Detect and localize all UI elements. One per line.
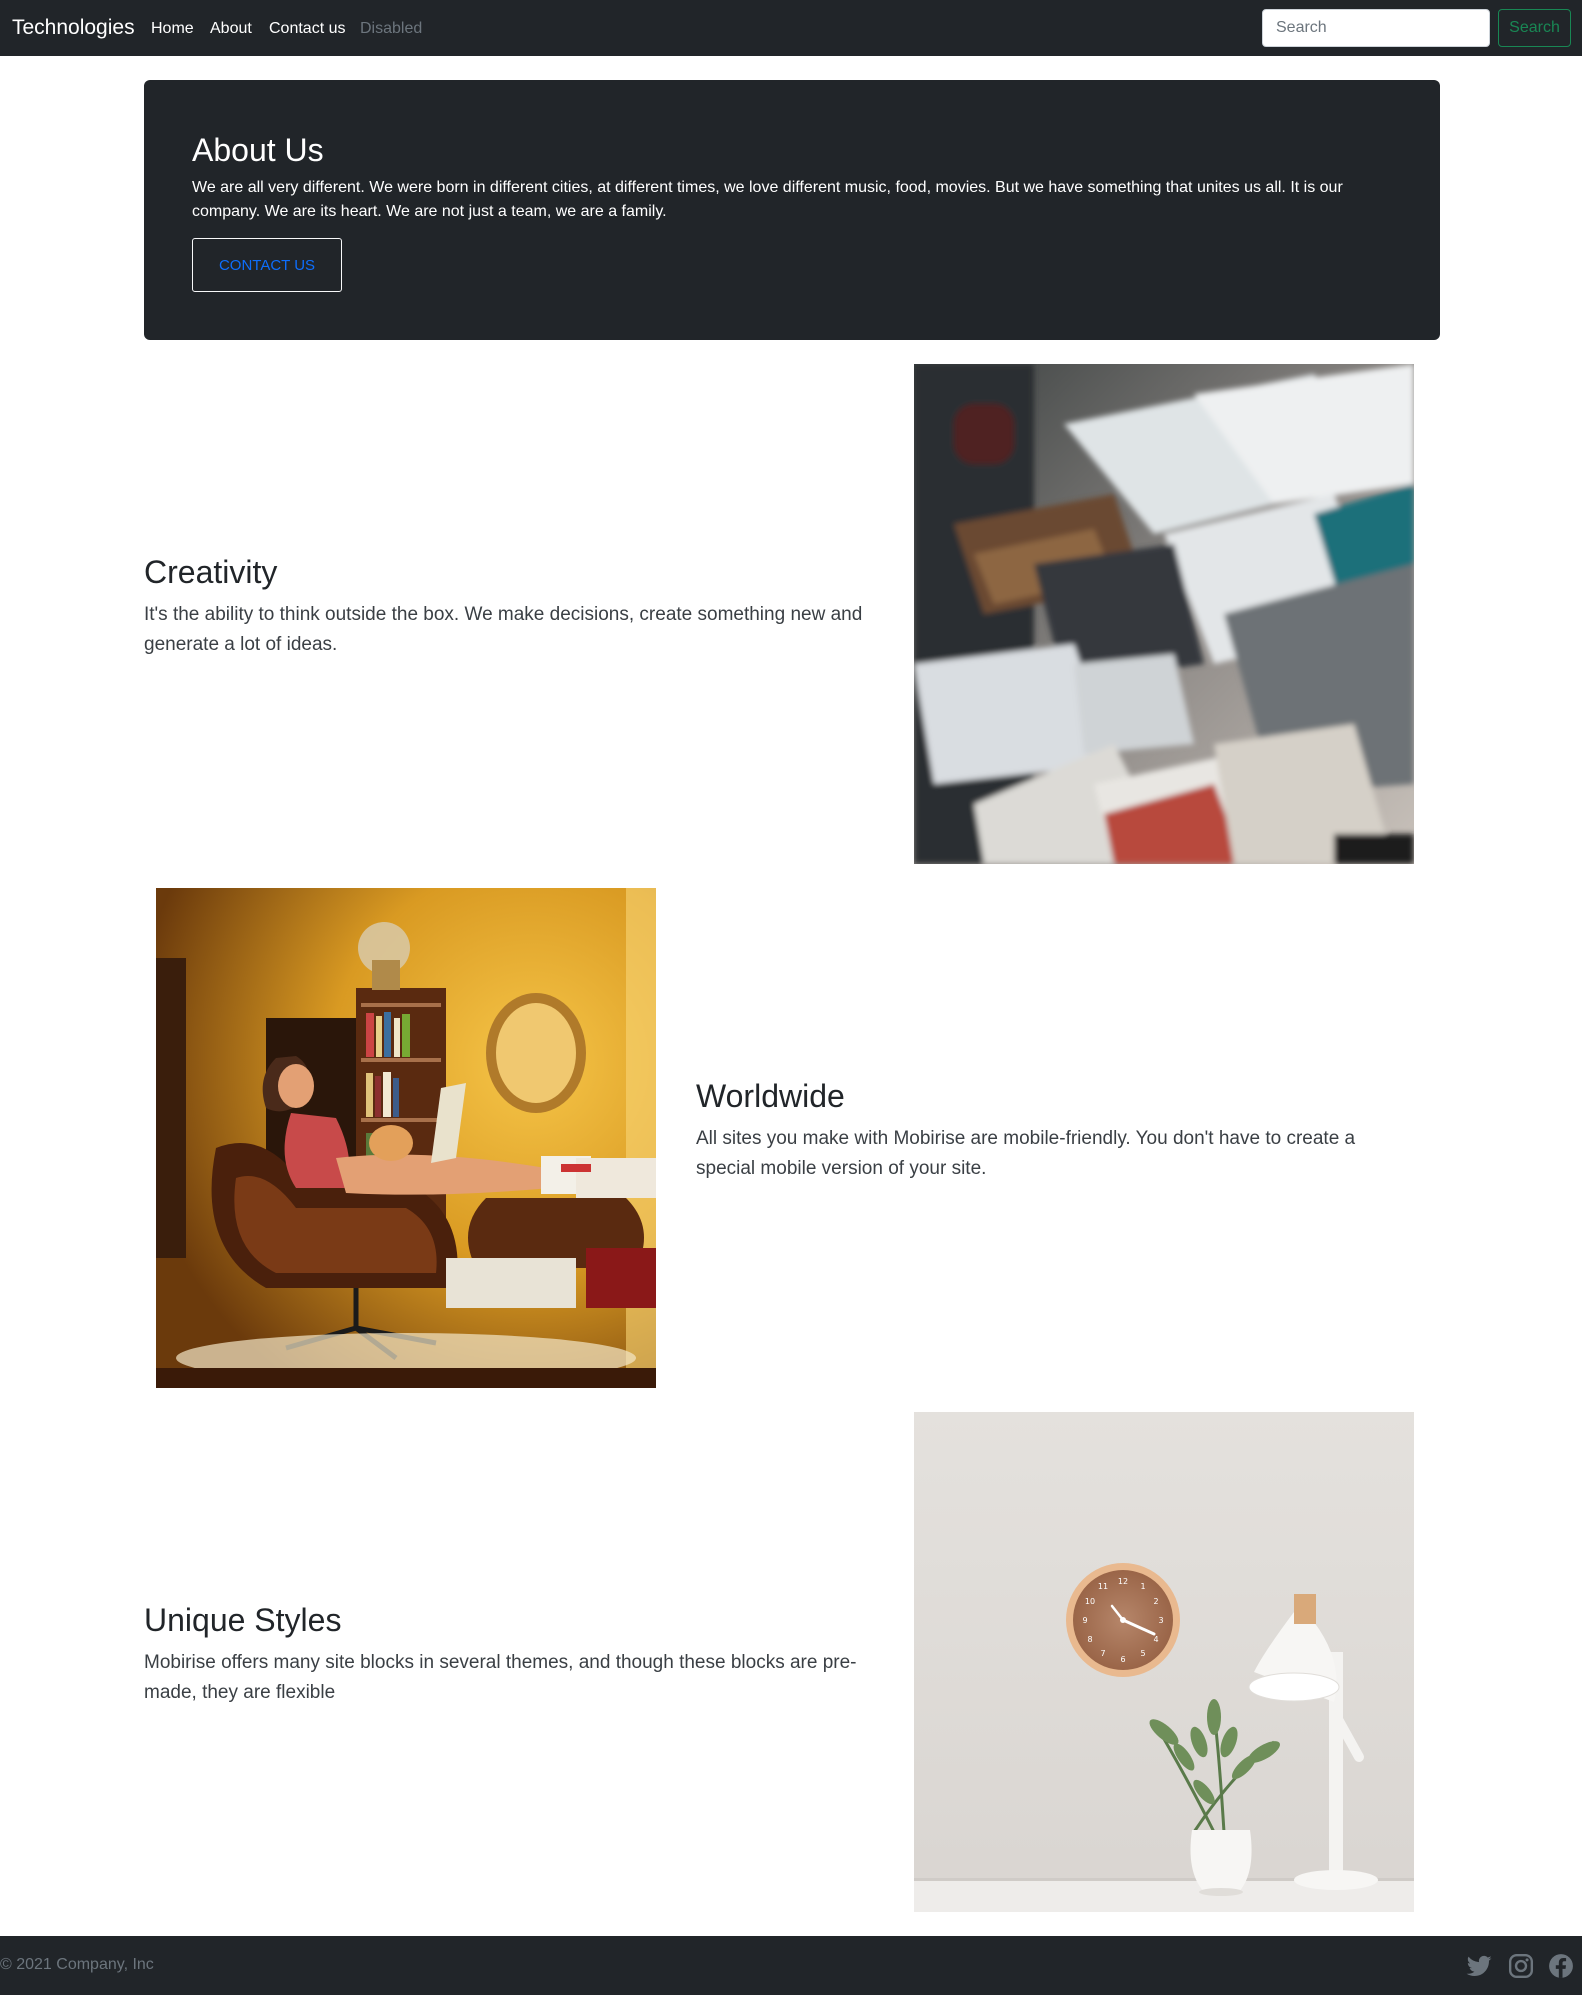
feature-title-worldwide: Worldwide	[696, 1078, 845, 1114]
clock-number: 6	[1120, 1655, 1125, 1664]
hero-title: About Us	[192, 132, 324, 168]
clock-number: 12	[1118, 1577, 1128, 1586]
clock-number: 4	[1153, 1635, 1158, 1644]
search-input[interactable]	[1262, 9, 1490, 47]
nav-link-home[interactable]: Home	[151, 20, 194, 38]
clock-number: 2	[1153, 1597, 1158, 1606]
clock-number: 1	[1140, 1582, 1145, 1591]
nav-link-about[interactable]: About	[210, 20, 252, 38]
unique-styles-image: 12 1 2 3 4 5 6 7 8 9 10 11	[914, 1412, 1414, 1912]
clock-number: 5	[1140, 1649, 1145, 1658]
clock-number: 7	[1100, 1649, 1105, 1658]
footer: © 2021 Company, Inc	[0, 1936, 1582, 1995]
feature-text-creativity: It's the ability to think outside the bo…	[144, 604, 863, 655]
contact-us-button[interactable]: CONTACT US	[192, 238, 342, 292]
search-button[interactable]: Search	[1498, 9, 1571, 47]
creativity-photo	[914, 364, 1414, 864]
about-hero: About Us We are all very different. We w…	[144, 80, 1440, 340]
clock-number: 10	[1085, 1597, 1095, 1606]
feature-text-worldwide: All sites you make with Mobirise are mob…	[696, 1128, 1356, 1179]
nav-link-contact[interactable]: Contact us	[269, 20, 345, 38]
clock-number: 11	[1098, 1582, 1108, 1591]
feature-text-unique-styles: Mobirise offers many site blocks in seve…	[144, 1652, 857, 1703]
unique-styles-photo: 12 1 2 3 4 5 6 7 8 9 10 11	[914, 1412, 1414, 1912]
copyright-text: © 2021 Company, Inc	[0, 1956, 154, 1973]
instagram-icon[interactable]	[1508, 1953, 1534, 1979]
creativity-image	[914, 364, 1414, 864]
clock-number: 9	[1082, 1616, 1087, 1625]
clock-number: 3	[1158, 1616, 1163, 1625]
nav-link-disabled: Disabled	[360, 20, 423, 37]
worldwide-photo	[156, 888, 656, 1388]
clock-number: 8	[1087, 1635, 1092, 1644]
feature-title-creativity: Creativity	[144, 554, 278, 590]
hero-text: We are all very different. We were born …	[192, 179, 1343, 220]
facebook-icon[interactable]	[1548, 1953, 1574, 1979]
worldwide-image	[156, 888, 656, 1388]
feature-title-unique-styles: Unique Styles	[144, 1602, 342, 1638]
brand-logo[interactable]: Technologies	[12, 16, 135, 40]
navbar: Technologies Home About Contact us Disab…	[0, 0, 1582, 56]
twitter-icon[interactable]	[1466, 1953, 1492, 1979]
